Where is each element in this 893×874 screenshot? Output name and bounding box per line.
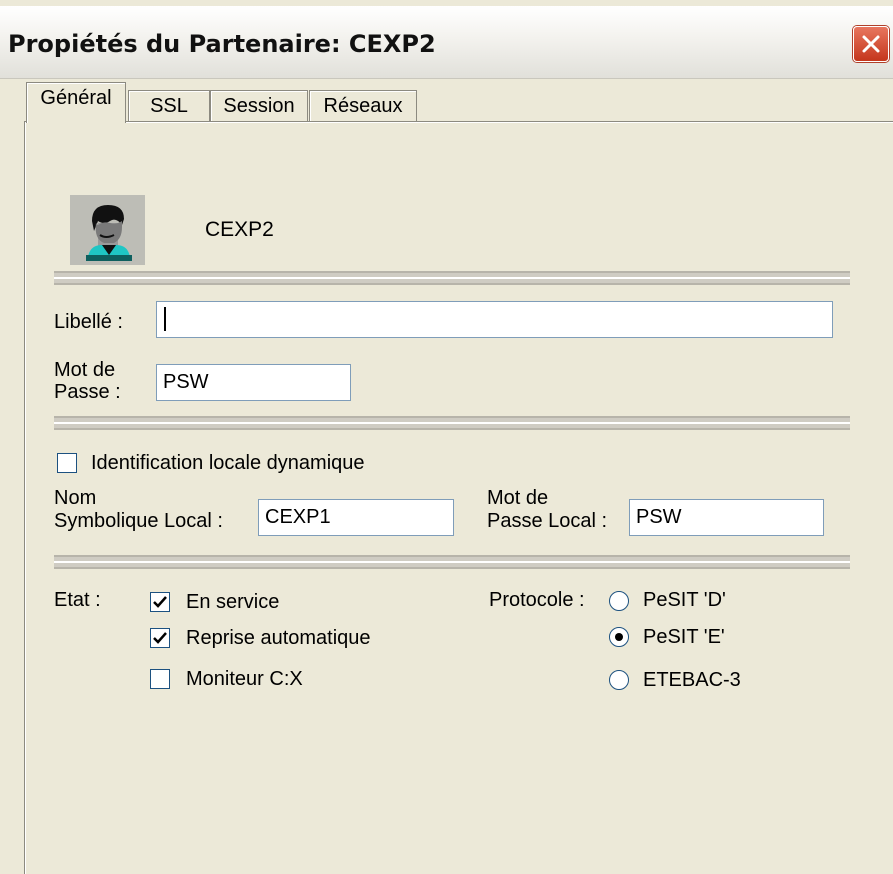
tab-ssl[interactable]: SSL [128,90,210,121]
etebac-3-radio[interactable] [609,670,629,690]
separator [54,555,850,569]
text-cursor [164,307,166,331]
local-password-field[interactable] [629,499,824,536]
monitor-checkbox[interactable] [150,669,170,689]
in-service-checkbox[interactable] [150,592,170,612]
etebac-3-label: ETEBAC-3 [643,669,741,691]
password-field[interactable] [156,364,351,401]
tab-session[interactable]: Session [210,90,308,121]
partner-name: CEXP2 [205,218,274,241]
tab-panel [24,121,893,874]
libelle-field[interactable] [156,301,833,338]
local-password-label-line1: Mot de [487,487,549,509]
pesit-d-radio[interactable] [609,591,629,611]
local-password-label-line2: Passe Local : [487,510,608,532]
libelle-label: Libellé : [54,311,123,333]
protocol-label: Protocole : [489,589,585,611]
in-service-label: En service [186,591,280,613]
pesit-e-radio[interactable] [609,627,629,647]
tab-general[interactable]: Général [26,82,126,123]
partner-avatar [70,195,145,265]
tab-reseaux[interactable]: Réseaux [309,90,417,121]
pesit-d-label: PeSIT 'D' [643,589,726,611]
window-title: Propiétés du Partenaire: CEXP2 [8,30,436,58]
local-name-label-line2: Symbolique Local : [54,510,223,532]
separator [54,416,850,430]
auto-restart-label: Reprise automatique [186,627,371,649]
dynamic-id-label: Identification locale dynamique [91,452,365,474]
separator [54,271,850,285]
auto-restart-checkbox[interactable] [150,628,170,648]
monitor-label: Moniteur C:X [186,668,303,690]
password-label-line2: Passe : [54,381,121,403]
close-icon [862,35,880,53]
checkmark-icon [153,632,167,644]
checkmark-icon [153,596,167,608]
local-name-label-line1: Nom [54,487,97,509]
radio-selected-dot [615,633,623,641]
dynamic-id-checkbox[interactable] [57,453,77,473]
local-name-field[interactable] [258,499,454,536]
properties-dialog: Propiétés du Partenaire: CEXP2 Général S… [0,0,893,874]
pesit-e-label: PeSIT 'E' [643,626,725,648]
user-icon [86,205,132,261]
password-label-line1: Mot de [54,359,116,381]
title-bar: Propiétés du Partenaire: CEXP2 [0,6,893,79]
state-label: Etat : [54,589,101,611]
close-button[interactable] [853,26,889,62]
